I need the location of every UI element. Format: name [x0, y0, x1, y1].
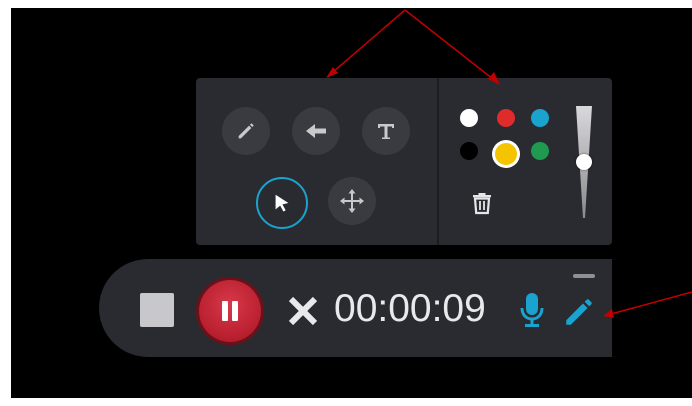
pause-button[interactable] [199, 280, 261, 342]
text-icon [378, 124, 394, 139]
pause-icon [222, 301, 228, 321]
panel-divider [437, 78, 439, 245]
cursor-icon [275, 194, 289, 212]
stroke-size-handle[interactable] [576, 154, 592, 170]
pause-icon-bar [232, 301, 238, 321]
minimize-button[interactable] [573, 274, 595, 278]
microphone-icon [520, 293, 544, 327]
stroke-size-slider[interactable] [574, 104, 598, 220]
arrow-left-icon [306, 124, 326, 138]
color-swatch-blue[interactable] [531, 109, 549, 127]
arrow-tool-button[interactable] [292, 107, 340, 155]
pencil-icon [566, 299, 592, 325]
clear-annotations-button[interactable] [471, 191, 493, 215]
move-icon [340, 189, 364, 213]
annotation-toolbar [196, 78, 612, 245]
text-tool-button[interactable] [362, 107, 410, 155]
trash-icon [473, 193, 491, 215]
pen-tool-button[interactable] [222, 107, 270, 155]
color-swatch-yellow[interactable] [495, 143, 517, 165]
color-swatch-white[interactable] [460, 109, 478, 127]
color-swatch-black[interactable] [460, 142, 478, 160]
microphone-button[interactable] [517, 291, 547, 329]
recording-timer: 00:00:09 [334, 287, 486, 330]
cancel-recording-button[interactable] [286, 294, 320, 328]
stop-button[interactable] [140, 293, 174, 327]
annotate-button[interactable] [562, 295, 596, 329]
color-swatch-green[interactable] [531, 142, 549, 160]
select-tool-button[interactable] [256, 177, 308, 229]
recording-control-bar: 00:00:09 [99, 259, 612, 357]
color-swatch-red[interactable] [497, 109, 515, 127]
close-icon [288, 296, 318, 326]
pencil-icon [238, 123, 254, 139]
move-tool-button[interactable] [328, 177, 376, 225]
